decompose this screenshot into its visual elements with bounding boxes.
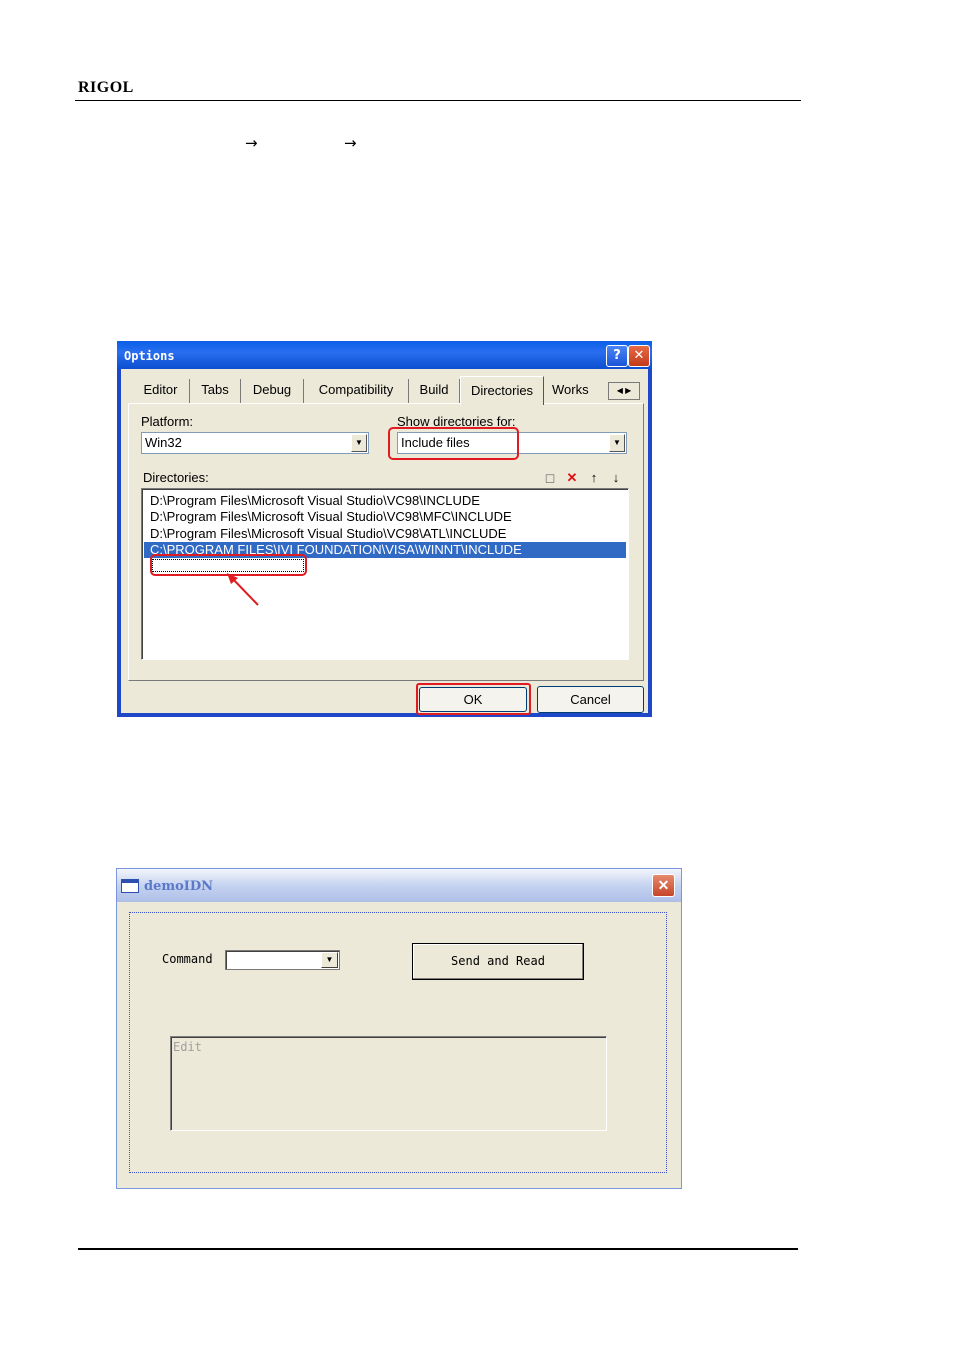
chevron-down-icon[interactable]: ▼ xyxy=(321,952,338,968)
directories-panel: Platform: Win32 ▼ Show directories for: … xyxy=(128,403,644,681)
header-rule xyxy=(75,100,801,101)
directories-label: Directories: xyxy=(143,470,209,485)
options-dialog: Options ? ✕ Editor Tabs Debug Compatibil… xyxy=(117,341,652,717)
demo-title: demoIDN xyxy=(144,879,214,894)
tab-workspace[interactable]: Works xyxy=(548,379,608,403)
cancel-button[interactable]: Cancel xyxy=(537,686,644,713)
list-item[interactable]: D:\Program Files\Microsoft Visual Studio… xyxy=(150,493,480,509)
list-item[interactable]: D:\Program Files\Microsoft Visual Studio… xyxy=(150,526,506,542)
help-button[interactable]: ? xyxy=(606,345,628,367)
highlight-box xyxy=(388,427,519,460)
tab-tabs[interactable]: Tabs xyxy=(190,379,241,403)
platform-label: Platform: xyxy=(141,414,194,429)
options-titlebar: Options ? ✕ xyxy=(117,341,652,369)
highlight-box xyxy=(416,683,531,715)
platform-value: Win32 xyxy=(145,435,182,450)
brand-logo: RIGOL xyxy=(78,79,134,96)
tab-compatibility[interactable]: Compatibility xyxy=(304,379,409,403)
close-button[interactable]: ✕ xyxy=(652,874,675,897)
delete-icon[interactable]: ✕ xyxy=(564,470,580,486)
platform-select[interactable]: Win32 ▼ xyxy=(141,432,369,454)
app-window-icon xyxy=(121,879,139,893)
send-and-read-button[interactable]: Send and Read xyxy=(412,943,584,980)
demo-titlebar: demoIDN ✕ xyxy=(117,869,681,902)
move-up-icon[interactable]: ↑ xyxy=(586,470,602,486)
annotation-arrow xyxy=(227,573,259,606)
list-item[interactable]: D:\Program Files\Microsoft Visual Studio… xyxy=(150,509,512,525)
close-button[interactable]: ✕ xyxy=(628,345,650,367)
edit-placeholder: Edit xyxy=(173,1040,202,1054)
footer-rule xyxy=(78,1248,798,1250)
chevron-down-icon[interactable]: ▼ xyxy=(609,434,625,452)
tab-directories[interactable]: Directories xyxy=(460,376,544,405)
tab-debug[interactable]: Debug xyxy=(241,379,304,403)
command-select[interactable]: ▼ xyxy=(225,950,340,970)
options-body: Editor Tabs Debug Compatibility Build Di… xyxy=(121,369,648,715)
dir-toolbar: ◻ ✕ ↑ ↓ xyxy=(538,470,630,486)
arrow-right-icon: → xyxy=(344,134,357,152)
tab-build[interactable]: Build xyxy=(409,379,460,403)
tab-editor[interactable]: Editor xyxy=(132,379,190,403)
new-folder-icon[interactable]: ◻ xyxy=(542,470,558,486)
command-label: Command xyxy=(162,952,213,966)
tab-scroll-arrows[interactable]: ◀ ▶ xyxy=(608,382,640,400)
chevron-down-icon[interactable]: ▼ xyxy=(351,434,367,452)
response-edit[interactable]: Edit xyxy=(170,1036,607,1131)
options-title: Options xyxy=(124,349,175,363)
move-down-icon[interactable]: ↓ xyxy=(608,470,624,486)
arrow-right-icon: → xyxy=(245,134,258,152)
demo-dialog: demoIDN ✕ Command ▼ Send and Read Edit xyxy=(116,868,682,1189)
